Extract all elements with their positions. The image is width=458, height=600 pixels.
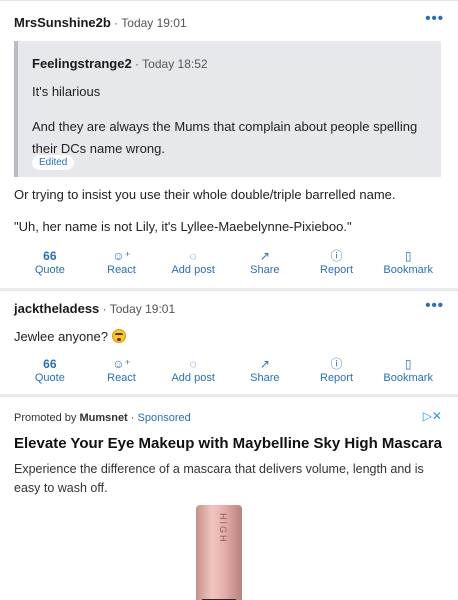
sponsored-ad[interactable]: Promoted by Mumsnet · Sponsored ▷✕ Eleva… xyxy=(0,396,458,600)
report-button[interactable]: ⓘ Report xyxy=(301,249,373,279)
quote-button[interactable]: 66 Quote xyxy=(14,357,86,387)
quote-line: It's hilarious xyxy=(32,84,101,99)
post-body-line: "Uh, her name is not Lily, it's Lyllee-M… xyxy=(14,219,352,234)
speech-bubble-icon: ◌ xyxy=(189,357,197,371)
quote-time: Today 18:52 xyxy=(142,57,208,71)
ad-attribution: Promoted by Mumsnet · Sponsored xyxy=(14,412,191,424)
post-body-line: Or trying to insist you use their whole … xyxy=(14,187,396,202)
bookmark-icon: ▯ xyxy=(404,249,412,263)
mascara-product-image[interactable]: HIGH xyxy=(196,505,242,600)
quote-label: Quote xyxy=(34,264,65,276)
post-card: jacktheladess · Today 19:01 ••• Jewlee a… xyxy=(0,290,458,394)
bookmark-icon: ▯ xyxy=(404,357,412,371)
share-button[interactable]: ↗ Share xyxy=(229,357,301,387)
post-header: jacktheladess · Today 19:01 xyxy=(14,301,175,316)
bookmark-label: Bookmark xyxy=(383,264,433,276)
sponsored-label: Sponsored xyxy=(137,412,191,424)
post-actions: 66 Quote ☺⁺ React ◌ Add post ↗ Share ⓘ R… xyxy=(14,357,444,387)
speech-bubble-icon: ◌ xyxy=(189,249,197,263)
grimace-emoji-icon xyxy=(111,329,126,343)
add-post-button[interactable]: ◌ Add post xyxy=(157,357,229,387)
quote-header: Feelingstrange2 · Today 18:52 xyxy=(32,56,208,71)
post-body-line: Jewlee anyone? xyxy=(14,329,126,344)
bookmark-button[interactable]: ▯ Bookmark xyxy=(372,249,444,279)
post-time: Today 19:01 xyxy=(121,16,187,30)
separator-dot: · xyxy=(130,412,138,424)
promoted-by-label: Promoted by xyxy=(14,412,77,424)
ad-title[interactable]: Elevate Your Eye Makeup with Maybelline … xyxy=(14,435,442,452)
report-button[interactable]: ⓘ Report xyxy=(301,357,373,387)
react-emoji-icon: ☺⁺ xyxy=(112,249,131,263)
add-post-label: Add post xyxy=(171,372,215,384)
bookmark-button[interactable]: ▯ Bookmark xyxy=(372,357,444,387)
share-button[interactable]: ↗ Share xyxy=(229,249,301,279)
quote-line: And they are always the Mums that compla… xyxy=(32,119,418,156)
quote-icon: 66 xyxy=(43,249,57,263)
info-circle-icon: ⓘ xyxy=(330,357,343,371)
react-label: React xyxy=(107,372,136,384)
share-arrow-icon: ↗ xyxy=(259,357,270,371)
share-label: Share xyxy=(250,372,280,384)
username[interactable]: MrsSunshine2b xyxy=(14,15,111,30)
report-label: Report xyxy=(320,372,354,384)
bookmark-label: Bookmark xyxy=(383,372,433,384)
product-brand-text: HIGH xyxy=(218,513,228,544)
quote-icon: 66 xyxy=(43,357,57,371)
quote-button[interactable]: 66 Quote xyxy=(14,249,86,279)
add-post-label: Add post xyxy=(171,264,215,276)
react-button[interactable]: ☺⁺ React xyxy=(86,357,158,387)
more-dots-icon[interactable]: ••• xyxy=(425,297,444,314)
post-card: MrsSunshine2b · Today 19:01 ••• Feelings… xyxy=(0,0,458,288)
info-circle-icon: ⓘ xyxy=(330,249,343,263)
edited-badge: Edited xyxy=(32,155,75,170)
react-emoji-icon: ☺⁺ xyxy=(112,357,131,371)
add-post-button[interactable]: ◌ Add post xyxy=(157,249,229,279)
share-arrow-icon: ↗ xyxy=(259,249,270,263)
ad-choices-icon[interactable]: ▷✕ xyxy=(423,409,442,423)
report-label: Report xyxy=(320,264,354,276)
react-button[interactable]: ☺⁺ React xyxy=(86,249,158,279)
ad-description: Experience the difference of a mascara t… xyxy=(14,462,424,495)
post-time: Today 19:01 xyxy=(109,302,176,316)
separator-dot: · xyxy=(102,302,110,316)
quote-username[interactable]: Feelingstrange2 xyxy=(32,56,132,71)
quoted-post: Feelingstrange2 · Today 18:52 It's hilar… xyxy=(14,41,441,177)
post-header: MrsSunshine2b · Today 19:01 xyxy=(14,15,187,30)
more-dots-icon[interactable]: ••• xyxy=(425,10,444,27)
post-actions: 66 Quote ☺⁺ React ◌ Add post ↗ Share ⓘ R… xyxy=(14,249,444,279)
quote-label: Quote xyxy=(34,372,65,384)
username[interactable]: jacktheladess xyxy=(14,301,99,316)
react-label: React xyxy=(107,264,136,276)
share-label: Share xyxy=(250,264,280,276)
post-body-text: Jewlee anyone? xyxy=(14,329,108,344)
advertiser-name: Mumsnet xyxy=(79,412,128,424)
